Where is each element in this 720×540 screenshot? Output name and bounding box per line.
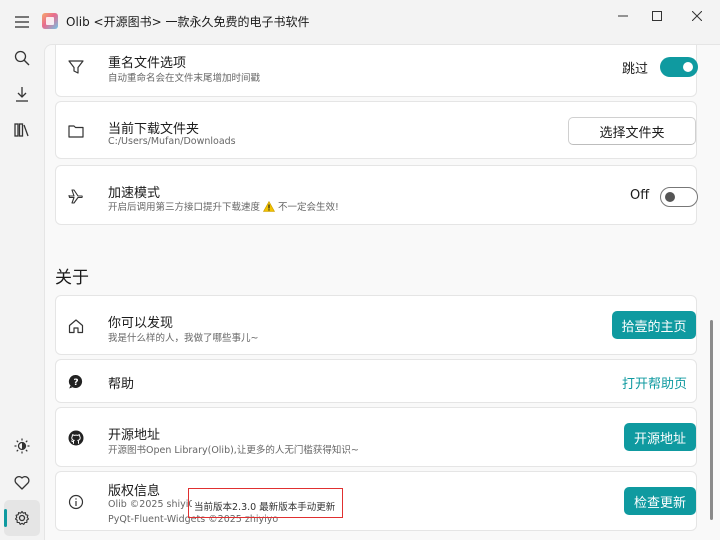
download-folder-path: C:/Users/Mufan/Downloads xyxy=(108,136,236,147)
download-folder-title: 当前下载文件夹 xyxy=(108,122,200,137)
minimize-icon xyxy=(618,15,628,17)
speed-mode-warning: 不一定会生效! xyxy=(278,202,339,213)
rename-option-title: 重名文件选项 xyxy=(108,56,187,71)
library-icon xyxy=(14,123,29,137)
help-title: 帮助 xyxy=(108,377,135,392)
home-icon xyxy=(65,315,87,337)
rename-toggle-switch[interactable] xyxy=(660,57,698,77)
speed-mode-description: 开启后调用第三方接口提升下载速度 xyxy=(108,202,261,213)
nav-settings[interactable] xyxy=(4,500,40,536)
nav-download[interactable] xyxy=(4,76,40,112)
discover-card: 你可以发现 我是什么样的人，我做了哪些事儿~ 拾壹的主页 xyxy=(55,295,697,355)
maximize-icon xyxy=(652,11,662,21)
source-subtitle: 开源图书Open Library(Olib),让更多的人无门槛获得知识~ xyxy=(108,445,359,456)
navigation-sidebar xyxy=(0,0,44,540)
window-title: Olib <开源图书> 一款永久免费的电子书软件 xyxy=(66,15,310,29)
copyright-card: 版权信息 Olib ©2025 shiyi0x7f 当前版本2.3.0 最新版本… xyxy=(55,471,697,531)
speed-mode-card: 加速模式 开启后调用第三方接口提升下载速度 不一定会生效! Off xyxy=(55,165,698,225)
download-folder-card: 当前下载文件夹 C:/Users/Mufan/Downloads 选择文件夹 xyxy=(55,101,697,159)
nav-library[interactable] xyxy=(4,112,40,148)
source-title: 开源地址 xyxy=(108,428,161,443)
nav-favorite[interactable] xyxy=(4,464,40,500)
close-icon xyxy=(692,11,702,21)
discover-subtitle: 我是什么样的人，我做了哪些事儿~ xyxy=(108,333,259,344)
search-icon xyxy=(14,50,30,66)
homepage-button[interactable]: 拾壹的主页 xyxy=(612,311,696,339)
heart-icon xyxy=(14,475,30,490)
close-button[interactable] xyxy=(674,0,720,32)
nav-theme[interactable] xyxy=(4,428,40,464)
annotation-highlight-box xyxy=(188,488,343,518)
vertical-scrollbar[interactable] xyxy=(710,320,713,520)
check-update-button[interactable]: 检查更新 xyxy=(624,487,696,515)
speed-toggle-label: Off xyxy=(630,188,650,203)
speed-mode-subtitle: 开启后调用第三方接口提升下载速度 不一定会生效! xyxy=(108,199,339,213)
rename-option-card: 重名文件选项 自动重命名会在文件末尾增加时间戳 跳过 xyxy=(55,45,698,97)
title-bar: Olib <开源图书> 一款永久免费的电子书软件 xyxy=(0,0,720,42)
info-icon xyxy=(65,491,87,513)
open-source-button[interactable]: 开源地址 xyxy=(624,423,696,451)
nav-search[interactable] xyxy=(4,40,40,76)
help-icon: ? xyxy=(65,371,87,393)
github-icon xyxy=(65,427,87,449)
airplane-icon xyxy=(65,185,87,207)
speed-toggle-switch[interactable] xyxy=(660,187,698,207)
settings-page: 重名文件选项 自动重命名会在文件末尾增加时间戳 跳过 当前下载文件夹 C:/Us… xyxy=(44,44,720,540)
folder-icon xyxy=(65,120,87,142)
choose-folder-button[interactable]: 选择文件夹 xyxy=(568,117,696,145)
download-icon xyxy=(16,87,28,102)
theme-icon xyxy=(14,438,30,454)
discover-title: 你可以发现 xyxy=(108,316,174,331)
help-card: ? 帮助 打开帮助页 xyxy=(55,359,697,403)
source-card: 开源地址 开源图书Open Library(Olib),让更多的人无门槛获得知识… xyxy=(55,407,697,467)
copyright-title: 版权信息 xyxy=(108,484,161,499)
warning-icon xyxy=(263,201,276,212)
active-indicator xyxy=(4,509,7,527)
svg-text:?: ? xyxy=(73,378,78,388)
app-logo-icon xyxy=(42,13,58,29)
menu-button[interactable] xyxy=(4,4,40,40)
open-help-link[interactable]: 打开帮助页 xyxy=(622,373,687,392)
filter-icon xyxy=(65,56,87,78)
menu-icon xyxy=(15,16,29,28)
about-section-title: 关于 xyxy=(55,268,89,288)
rename-toggle-label: 跳过 xyxy=(622,62,649,77)
rename-option-subtitle: 自动重命名会在文件末尾增加时间戳 xyxy=(108,73,261,84)
settings-icon xyxy=(14,510,30,525)
